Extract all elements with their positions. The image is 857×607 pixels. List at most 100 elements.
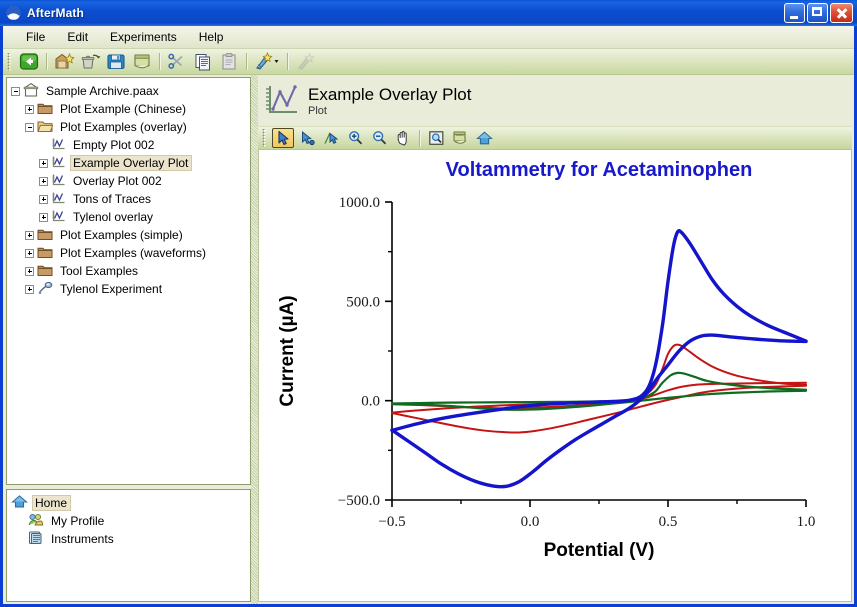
y-axis-label: Current (µA) (277, 295, 298, 406)
menu-edit[interactable]: Edit (56, 28, 99, 46)
back-button[interactable] (17, 51, 41, 73)
menu-help[interactable]: Help (188, 28, 235, 46)
folder-closed-icon (37, 101, 53, 118)
paste-button[interactable] (217, 51, 241, 73)
tree-item-instruments[interactable]: Instruments (11, 530, 248, 548)
home-tree-panel[interactable]: Home My Profile Instruments (6, 489, 251, 602)
tree-item-tylenol-overlay[interactable]: Tylenol overlay (11, 208, 248, 226)
save-as-button[interactable] (130, 51, 154, 73)
y-tick-label: 500.0 (346, 294, 380, 310)
tree-item-overlay-plot-002[interactable]: Overlay Plot 002 (11, 172, 248, 190)
expander-plus-icon[interactable] (25, 284, 34, 294)
zoom-fit-icon (428, 131, 443, 145)
profile-icon (27, 512, 44, 530)
chart-title: Voltammetry for Acetaminophen (446, 159, 753, 181)
expander-plus-icon[interactable] (39, 176, 48, 186)
instruments-icon (27, 530, 44, 548)
toolbar-separator-2 (159, 53, 160, 70)
tree-item-tool-examples[interactable]: Tool Examples (11, 262, 248, 280)
paste-icon (222, 53, 235, 70)
tree-item-label: Plot Examples (waveforms) (60, 246, 207, 260)
tree-item-example-overlay-plot[interactable]: Example Overlay Plot (11, 154, 248, 172)
plot-icon (51, 191, 66, 208)
tree-item-label: Plot Examples (overlay) (60, 120, 187, 134)
select-tool[interactable] (272, 128, 294, 148)
page-subtitle: Plot (308, 105, 327, 117)
tree-item-tons-of-traces[interactable]: Tons of Traces (11, 190, 248, 208)
plot-document-icon (264, 83, 300, 124)
y-tick-label: −500.0 (338, 493, 380, 509)
tree-item-home[interactable]: Home (11, 494, 248, 512)
zoom-in-icon (348, 131, 362, 145)
plot-icon (51, 155, 66, 172)
archive-icon (23, 82, 39, 100)
expander-plus-icon[interactable] (39, 194, 48, 204)
new-archive-button[interactable] (52, 51, 76, 73)
body-split: Sample Archive.paax Plot Example (Chines… (3, 75, 854, 604)
minimize-button[interactable] (784, 3, 805, 23)
pick-point-tool[interactable] (296, 128, 318, 148)
page-title: Example Overlay Plot (308, 85, 472, 104)
window-controls (784, 3, 855, 23)
expander-plus-icon[interactable] (25, 104, 34, 114)
trash-icon (81, 54, 100, 69)
magic-wand-dropdown-icon (256, 52, 279, 70)
tree-item-tylenol-experiment[interactable]: Tylenol Experiment (11, 280, 248, 298)
save-button[interactable] (104, 51, 128, 73)
window-client-area: File Edit Experiments Help Sample Archiv… (3, 26, 854, 604)
plot-toolbar-grip[interactable] (261, 129, 268, 147)
x-tick-label: 1.0 (797, 514, 816, 530)
tree-item-label: Plot Examples (simple) (60, 228, 183, 242)
x-tick-label: −0.5 (378, 514, 405, 530)
printer-icon (453, 131, 467, 144)
plot-icon (51, 209, 66, 226)
menu-experiments[interactable]: Experiments (99, 28, 188, 46)
zoom-fit-button[interactable] (425, 128, 447, 148)
copy-button[interactable] (191, 51, 215, 73)
tree-item-plot-examples-waveforms[interactable]: Plot Examples (waveforms) (11, 244, 248, 262)
folder-closed-icon (37, 263, 53, 280)
toolbar-grip[interactable] (6, 52, 13, 71)
plot-canvas[interactable]: Voltammetry for Acetaminophen −500.0 0.0 50… (258, 150, 852, 602)
archive-tree-panel[interactable]: Sample Archive.paax Plot Example (Chines… (6, 77, 251, 485)
tree-item-empty-plot-002[interactable]: Empty Plot 002 (11, 136, 248, 154)
toolbar-separator-3 (246, 53, 247, 70)
home-view-button[interactable] (473, 128, 495, 148)
tree-item-label: Sample Archive.paax (46, 84, 159, 98)
maximize-button[interactable] (807, 3, 828, 23)
arrow-point-icon (301, 130, 315, 146)
tree-item-sample-archive[interactable]: Sample Archive.paax (11, 82, 248, 100)
new-experiment-button[interactable] (252, 51, 282, 73)
menu-file[interactable]: File (15, 28, 56, 46)
expander-plus-icon[interactable] (25, 266, 34, 276)
zoom-out-tool[interactable] (368, 128, 390, 148)
delete-button[interactable] (78, 51, 102, 73)
tree-item-label: Tylenol overlay (73, 210, 154, 224)
expander-minus-icon[interactable] (11, 86, 20, 96)
x-tick-label: 0.0 (521, 514, 540, 530)
chart-series-blue-cv-forward (390, 333, 808, 489)
x-axis-label: Potential (V) (544, 540, 655, 561)
expander-minus-icon[interactable] (25, 122, 34, 132)
pick-trace-tool[interactable] (320, 128, 342, 148)
expander-plus-icon[interactable] (39, 212, 48, 222)
tree-item-plot-examples-simple[interactable]: Plot Examples (simple) (11, 226, 248, 244)
tree-item-label: My Profile (51, 514, 105, 528)
expander-plus-icon[interactable] (39, 158, 48, 168)
tree-item-plot-examples-overlay[interactable]: Plot Examples (overlay) (11, 118, 248, 136)
hand-pan-icon (397, 130, 407, 146)
tree-item-my-profile[interactable]: My Profile (11, 512, 248, 530)
plot-icon (51, 173, 66, 190)
expander-plus-icon[interactable] (25, 248, 34, 258)
right-pane: Example Overlay Plot Plot Voltammetry fo… (258, 75, 854, 604)
close-button[interactable] (830, 3, 853, 23)
pane-splitter[interactable] (251, 75, 258, 604)
cut-button[interactable] (165, 51, 189, 73)
print-button[interactable] (449, 128, 471, 148)
zoom-in-tool[interactable] (344, 128, 366, 148)
expander-plus-icon[interactable] (25, 230, 34, 240)
perform-button[interactable] (293, 51, 317, 73)
tree-item-label: Tons of Traces (73, 192, 152, 206)
tree-item-plot-example-chinese[interactable]: Plot Example (Chinese) (11, 100, 248, 118)
pan-tool[interactable] (392, 128, 414, 148)
